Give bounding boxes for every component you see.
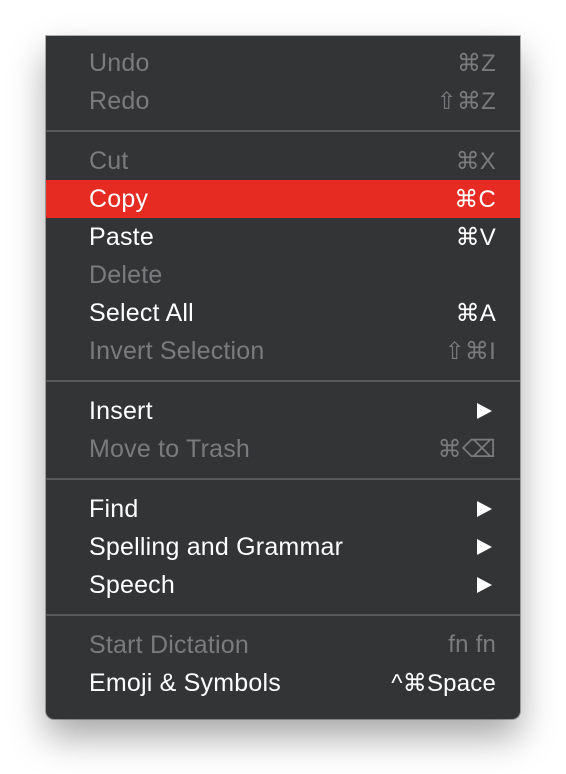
submenu-arrow-icon [477,403,492,419]
menu-item-speech[interactable]: Speech [46,566,520,604]
menu-section-insert: Insert Move to Trash ⌘⌫ [46,392,520,468]
menu-item-shortcut: fn fn [448,631,496,658]
menu-item-undo[interactable]: Undo ⌘Z [46,44,520,82]
menu-section-input: Start Dictation fn fn Emoji & Symbols ^⌘… [46,626,520,702]
menu-separator [46,478,520,480]
menu-item-shortcut: ^⌘Space [391,669,496,697]
menu-item-shortcut: ⌘A [455,299,496,327]
menu-item-label: Cut [89,146,129,175]
menu-item-shortcut: ⌘X [455,147,496,175]
menu-item-shortcut: ⌘C [454,185,496,213]
menu-item-label: Find [89,494,139,523]
menu-item-emoji-and-symbols[interactable]: Emoji & Symbols ^⌘Space [46,664,520,702]
menu-item-shortcut: ⇧⌘Z [436,87,496,115]
edit-context-menu: Undo ⌘Z Redo ⇧⌘Z Cut ⌘X Copy ⌘C Paste ⌘V… [46,36,520,719]
menu-item-paste[interactable]: Paste ⌘V [46,218,520,256]
menu-item-shortcut: ⌘⌫ [437,435,496,463]
menu-item-label: Select All [89,298,194,327]
menu-item-label: Start Dictation [89,630,250,659]
menu-section-history: Undo ⌘Z Redo ⇧⌘Z [46,44,520,120]
menu-item-select-all[interactable]: Select All ⌘A [46,294,520,332]
menu-item-redo[interactable]: Redo ⇧⌘Z [46,82,520,120]
menu-item-label: Spelling and Grammar [89,532,344,561]
menu-item-shortcut: ⌘V [455,223,496,251]
menu-item-start-dictation[interactable]: Start Dictation fn fn [46,626,520,664]
menu-item-label: Emoji & Symbols [89,668,281,697]
menu-item-move-to-trash[interactable]: Move to Trash ⌘⌫ [46,430,520,468]
menu-item-find[interactable]: Find [46,490,520,528]
menu-section-clipboard: Cut ⌘X Copy ⌘C Paste ⌘V Delete Select Al… [46,142,520,370]
menu-item-label: Move to Trash [89,434,250,463]
menu-item-shortcut: ⇧⌘I [444,337,496,365]
submenu-arrow-icon [477,577,492,593]
menu-item-delete[interactable]: Delete [46,256,520,294]
menu-item-copy[interactable]: Copy ⌘C [46,180,520,218]
menu-item-label: Redo [89,86,150,115]
menu-item-spelling-and-grammar[interactable]: Spelling and Grammar [46,528,520,566]
submenu-arrow-icon [477,539,492,555]
menu-item-insert[interactable]: Insert [46,392,520,430]
menu-item-label: Invert Selection [89,336,265,365]
menu-item-label: Delete [89,260,163,289]
menu-item-label: Copy [89,184,149,213]
menu-item-cut[interactable]: Cut ⌘X [46,142,520,180]
menu-item-label: Paste [89,222,154,251]
menu-separator [46,380,520,382]
menu-item-shortcut: ⌘Z [456,49,496,77]
menu-item-label: Insert [89,396,153,425]
menu-item-label: Speech [89,570,175,599]
submenu-arrow-icon [477,501,492,517]
menu-item-invert-selection[interactable]: Invert Selection ⇧⌘I [46,332,520,370]
menu-item-label: Undo [89,48,150,77]
menu-separator [46,614,520,616]
menu-section-tools: Find Spelling and Grammar Speech [46,490,520,604]
menu-separator [46,130,520,132]
